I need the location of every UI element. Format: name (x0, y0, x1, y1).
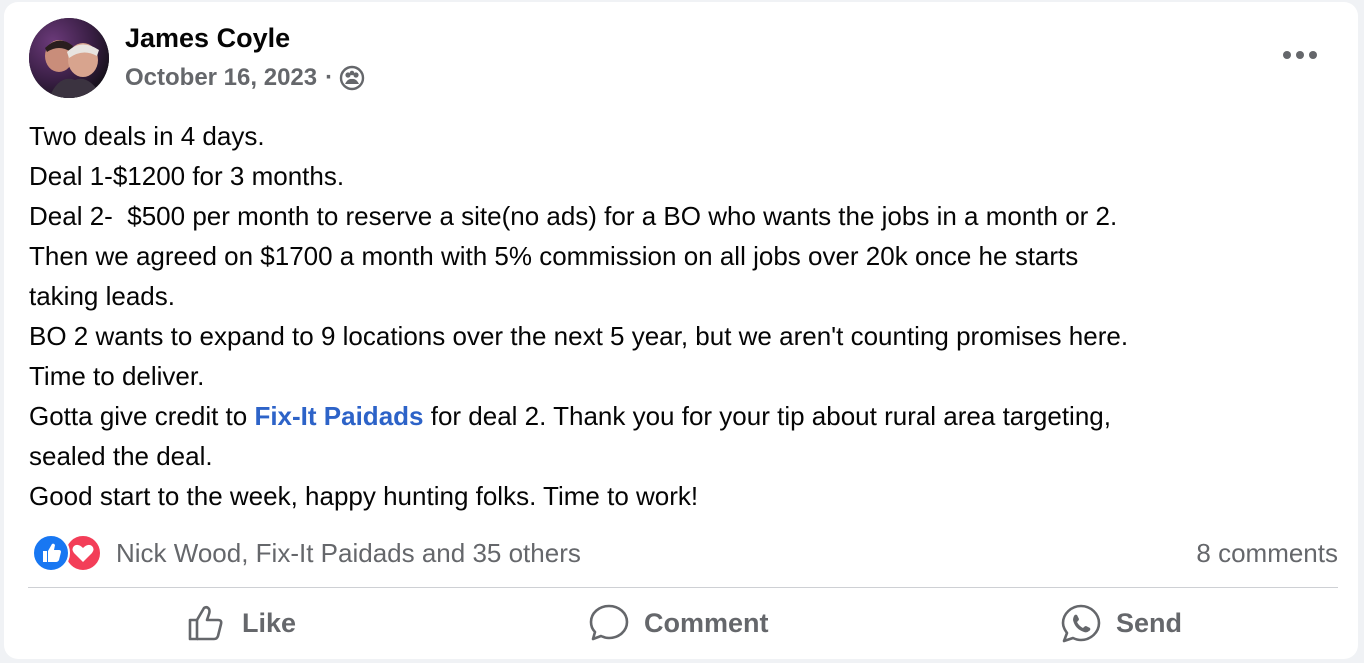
post-card: James Coyle October 16, 2023 · Two deals… (4, 2, 1358, 659)
like-icon (188, 605, 223, 641)
reactions-summary[interactable]: Nick Wood, Fix-It Paidads and 35 others (32, 534, 581, 572)
meta-separator: · (325, 64, 334, 91)
comment-icon (589, 604, 629, 641)
more-options-icon[interactable] (1278, 40, 1322, 70)
like-reaction-icon (32, 534, 70, 572)
post-line: BO 2 wants to expand to 9 locations over… (29, 321, 1129, 351)
send-label: Send (1116, 607, 1183, 638)
send-button[interactable]: Send (1060, 592, 1182, 654)
post-line: sealed the deal. (29, 441, 213, 471)
comments-count[interactable]: 8 comments (1196, 538, 1338, 569)
like-label: Like (242, 607, 297, 638)
comment-button[interactable]: Comment (588, 592, 769, 654)
post-meta: October 16, 2023 · (125, 64, 365, 92)
mention-link[interactable]: Fix-It Paidads (254, 401, 423, 431)
author-avatar[interactable] (29, 18, 109, 98)
credit-text-before: Gotta give credit to (29, 401, 255, 431)
post-line: Then we agreed on $1700 a month with 5% … (29, 241, 1079, 271)
post-line: Good start to the week, happy hunting fo… (29, 481, 699, 511)
comment-label: Comment (644, 607, 769, 638)
reactions-text: Nick Wood, Fix-It Paidads and 35 others (116, 537, 581, 568)
post-line: Deal 2- $500 per month to reserve a site… (29, 201, 1118, 231)
post-line: Time to deliver. (29, 361, 205, 391)
post-body: Two deals in 4 days. Deal 1-$1200 for 3 … (29, 116, 1349, 516)
post-line: Deal 1-$1200 for 3 months. (29, 161, 345, 191)
credit-text-after: for deal 2. Thank you for your tip about… (423, 401, 1111, 431)
group-audience-icon[interactable] (339, 65, 365, 91)
post-credit-line: Gotta give credit to Fix-It Paidads for … (29, 396, 1349, 436)
avatar-photo (29, 18, 109, 98)
post-line: Two deals in 4 days. (29, 121, 265, 151)
action-bar: Like Comment Send (28, 592, 1338, 654)
author-name[interactable]: James Coyle (125, 23, 290, 54)
reaction-icons (32, 534, 108, 572)
like-button[interactable]: Like (186, 592, 296, 654)
post-line: taking leads. (29, 281, 175, 311)
whatsapp-send-icon (1061, 604, 1101, 643)
divider (28, 587, 1338, 588)
post-date[interactable]: October 16, 2023 (125, 64, 317, 92)
